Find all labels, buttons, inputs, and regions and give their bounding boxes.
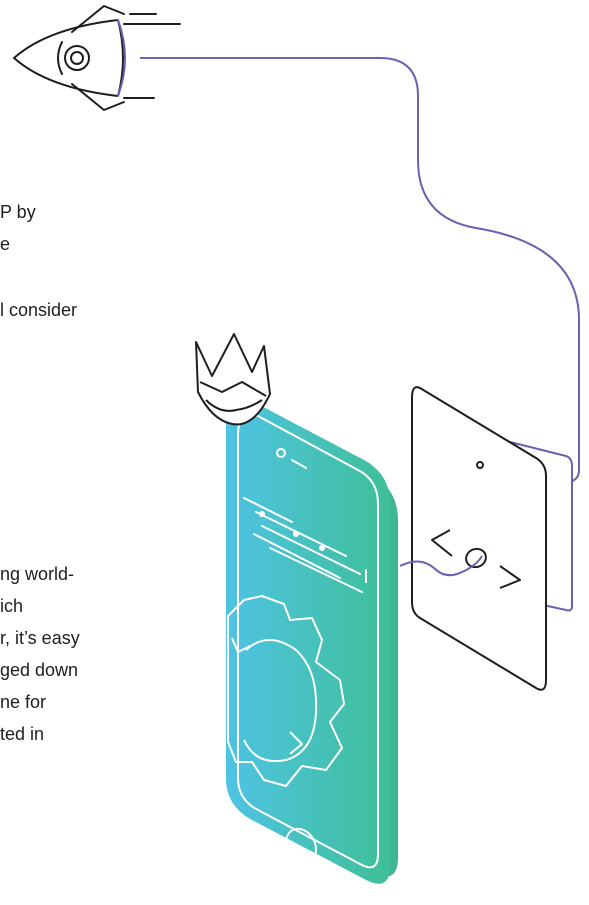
tablet-icon: [411, 386, 547, 691]
app-development-illustration: [13, 5, 580, 884]
crown-icon: [195, 333, 271, 426]
smartphone-icon: [226, 397, 390, 884]
